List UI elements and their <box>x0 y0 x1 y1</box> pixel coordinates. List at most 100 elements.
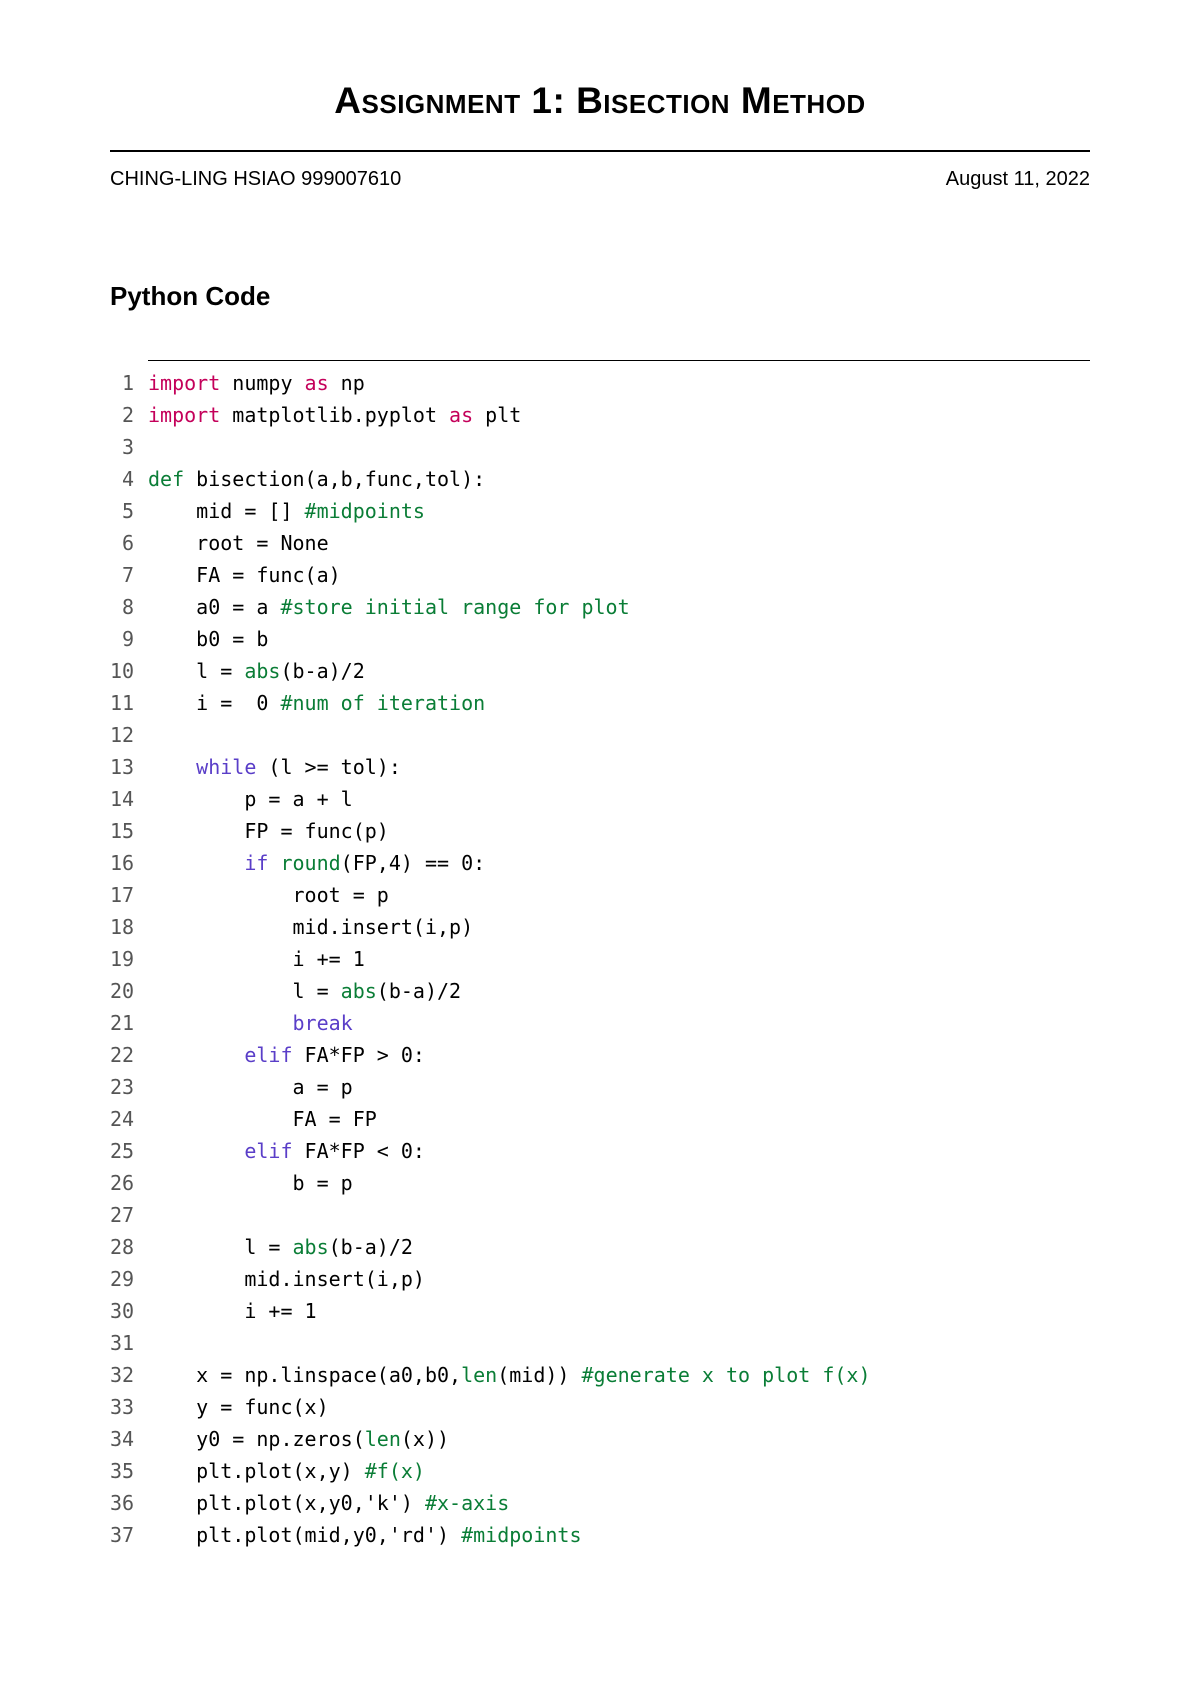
line-number: 35 <box>110 1455 148 1487</box>
line-number: 27 <box>110 1199 148 1231</box>
line-number: 25 <box>110 1135 148 1167</box>
code-content: break <box>148 1007 353 1039</box>
code-content: plt.plot(mid,y0,'rd') #midpoints <box>148 1519 582 1551</box>
code-line: 31 <box>110 1327 1090 1359</box>
byline: CHING-LING HSIAO 999007610 August 11, 20… <box>110 168 1090 191</box>
code-content: a0 = a #store initial range for plot <box>148 591 630 623</box>
line-number: 18 <box>110 911 148 943</box>
line-number: 24 <box>110 1103 148 1135</box>
code-line: 22 elif FA*FP > 0: <box>110 1039 1090 1071</box>
code-content: root = None <box>148 527 329 559</box>
code-content <box>148 431 160 463</box>
code-line: 26 b = p <box>110 1167 1090 1199</box>
line-number: 28 <box>110 1231 148 1263</box>
code-content: def bisection(a,b,func,tol): <box>148 463 485 495</box>
section-heading: Python Code <box>110 281 1090 312</box>
line-number: 6 <box>110 527 148 559</box>
code-line: 37 plt.plot(mid,y0,'rd') #midpoints <box>110 1519 1090 1551</box>
code-line: 15 FP = func(p) <box>110 815 1090 847</box>
date-text: August 11, 2022 <box>946 168 1090 191</box>
code-line: 10 l = abs(b-a)/2 <box>110 655 1090 687</box>
line-number: 29 <box>110 1263 148 1295</box>
code-line: 5 mid = [] #midpoints <box>110 495 1090 527</box>
code-content: b0 = b <box>148 623 268 655</box>
code-content: x = np.linspace(a0,b0,len(mid)) #generat… <box>148 1359 870 1391</box>
code-line: 2import matplotlib.pyplot as plt <box>110 399 1090 431</box>
code-content: while (l >= tol): <box>148 751 401 783</box>
code-content: plt.plot(x,y0,'k') #x-axis <box>148 1487 509 1519</box>
code-content: y = func(x) <box>148 1391 329 1423</box>
author-text: CHING-LING HSIAO 999007610 <box>110 168 401 191</box>
code-content: a = p <box>148 1071 353 1103</box>
code-line: 18 mid.insert(i,p) <box>110 911 1090 943</box>
line-number: 12 <box>110 719 148 751</box>
line-number: 34 <box>110 1423 148 1455</box>
line-number: 31 <box>110 1327 148 1359</box>
code-line: 13 while (l >= tol): <box>110 751 1090 783</box>
code-line: 34 y0 = np.zeros(len(x)) <box>110 1423 1090 1455</box>
code-line: 24 FA = FP <box>110 1103 1090 1135</box>
code-line: 9 b0 = b <box>110 623 1090 655</box>
code-listing: 1import numpy as np2import matplotlib.py… <box>110 367 1090 1551</box>
code-rule <box>148 360 1090 361</box>
line-number: 33 <box>110 1391 148 1423</box>
code-line: 33 y = func(x) <box>110 1391 1090 1423</box>
code-content: l = abs(b-a)/2 <box>148 975 461 1007</box>
line-number: 17 <box>110 879 148 911</box>
code-content: FA = func(a) <box>148 559 341 591</box>
code-line: 17 root = p <box>110 879 1090 911</box>
code-content: elif FA*FP > 0: <box>148 1039 425 1071</box>
line-number: 8 <box>110 591 148 623</box>
code-line: 4def bisection(a,b,func,tol): <box>110 463 1090 495</box>
code-line: 20 l = abs(b-a)/2 <box>110 975 1090 1007</box>
line-number: 26 <box>110 1167 148 1199</box>
title-rule <box>110 150 1090 152</box>
code-line: 21 break <box>110 1007 1090 1039</box>
code-line: 30 i += 1 <box>110 1295 1090 1327</box>
code-content: i = 0 #num of iteration <box>148 687 485 719</box>
code-content: mid = [] #midpoints <box>148 495 425 527</box>
code-line: 14 p = a + l <box>110 783 1090 815</box>
code-line: 36 plt.plot(x,y0,'k') #x-axis <box>110 1487 1090 1519</box>
code-line: 11 i = 0 #num of iteration <box>110 687 1090 719</box>
code-content: elif FA*FP < 0: <box>148 1135 425 1167</box>
line-number: 30 <box>110 1295 148 1327</box>
line-number: 20 <box>110 975 148 1007</box>
code-content: FP = func(p) <box>148 815 389 847</box>
code-content <box>148 1327 160 1359</box>
code-content: mid.insert(i,p) <box>148 911 473 943</box>
code-line: 35 plt.plot(x,y) #f(x) <box>110 1455 1090 1487</box>
code-line: 3 <box>110 431 1090 463</box>
code-line: 1import numpy as np <box>110 367 1090 399</box>
line-number: 11 <box>110 687 148 719</box>
code-content: root = p <box>148 879 389 911</box>
code-line: 7 FA = func(a) <box>110 559 1090 591</box>
line-number: 14 <box>110 783 148 815</box>
line-number: 23 <box>110 1071 148 1103</box>
line-number: 3 <box>110 431 148 463</box>
code-line: 27 <box>110 1199 1090 1231</box>
code-line: 28 l = abs(b-a)/2 <box>110 1231 1090 1263</box>
line-number: 1 <box>110 367 148 399</box>
code-line: 19 i += 1 <box>110 943 1090 975</box>
line-number: 5 <box>110 495 148 527</box>
line-number: 7 <box>110 559 148 591</box>
line-number: 22 <box>110 1039 148 1071</box>
code-line: 16 if round(FP,4) == 0: <box>110 847 1090 879</box>
code-line: 23 a = p <box>110 1071 1090 1103</box>
line-number: 10 <box>110 655 148 687</box>
code-line: 25 elif FA*FP < 0: <box>110 1135 1090 1167</box>
line-number: 36 <box>110 1487 148 1519</box>
code-content: y0 = np.zeros(len(x)) <box>148 1423 449 1455</box>
code-content: l = abs(b-a)/2 <box>148 655 365 687</box>
code-content: mid.insert(i,p) <box>148 1263 425 1295</box>
code-content: i += 1 <box>148 1295 317 1327</box>
code-content: import matplotlib.pyplot as plt <box>148 399 521 431</box>
line-number: 13 <box>110 751 148 783</box>
code-line: 8 a0 = a #store initial range for plot <box>110 591 1090 623</box>
page-title: Assignment 1: Bisection Method <box>110 80 1090 122</box>
code-content: l = abs(b-a)/2 <box>148 1231 413 1263</box>
code-content: b = p <box>148 1167 353 1199</box>
code-content <box>148 1199 160 1231</box>
line-number: 9 <box>110 623 148 655</box>
